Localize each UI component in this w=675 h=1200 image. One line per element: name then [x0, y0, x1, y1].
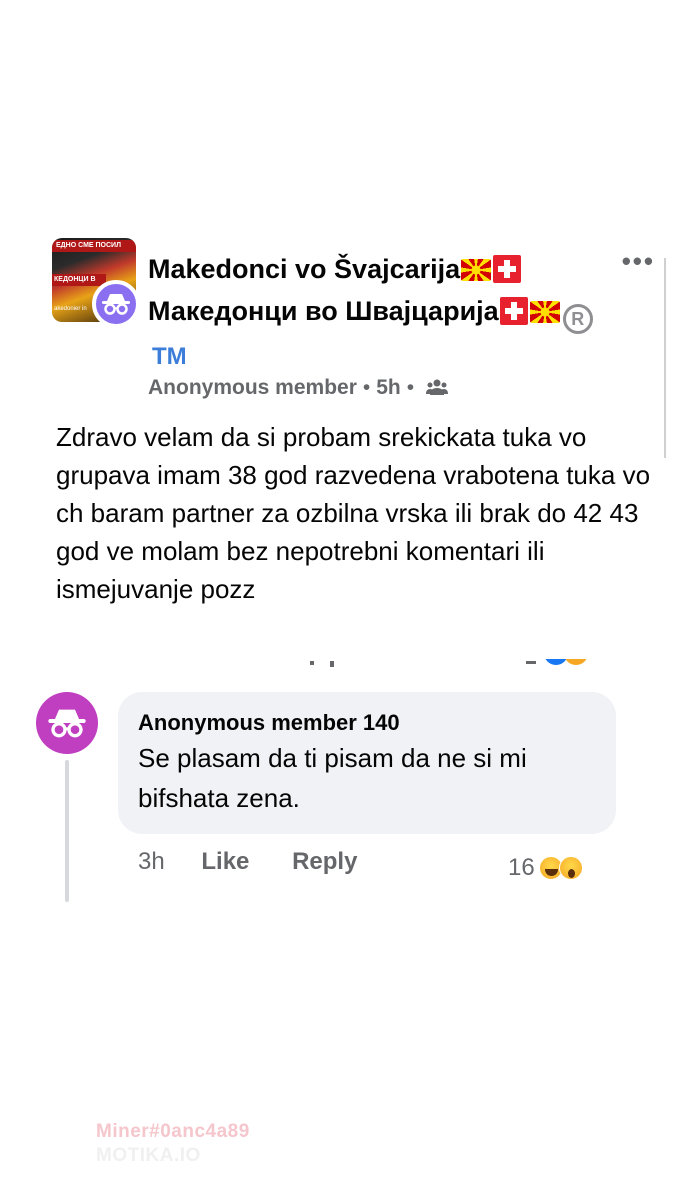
registered-icon: R — [562, 304, 593, 334]
switzerland-flag-icon — [499, 297, 528, 325]
switzerland-flag-icon — [493, 255, 522, 283]
ellipsis-icon[interactable]: ••• — [622, 248, 655, 274]
group-title[interactable]: Makedonci vo Švajcarija Македонци во Швај… — [148, 248, 618, 378]
post-time[interactable]: 5h — [376, 376, 401, 399]
reaction-count: 16 — [508, 854, 535, 881]
group-name-cyrillic: Македонци во Швајцарија — [148, 296, 499, 326]
post-author[interactable]: Anonymous member — [148, 376, 357, 399]
reaction-row-cutoff — [38, 658, 598, 670]
wow-emoji-icon — [558, 856, 583, 880]
comment-actions: 3h Like Reply — [138, 848, 357, 876]
watermark-line2: MOTIKA.IO — [96, 1145, 201, 1166]
like-button[interactable]: Like — [201, 848, 249, 875]
reply-button[interactable]: Reply — [292, 848, 357, 875]
comment-bubble[interactable]: Anonymous member 140 Se plasam da ti pis… — [118, 692, 616, 834]
group-members-icon — [420, 376, 448, 399]
comment: Anonymous member 140 Se plasam da ti pis… — [18, 672, 658, 902]
post-meta: Anonymous member • 5h • — [148, 376, 448, 400]
post-card: ЕДНО СМЕ ПОСИЛ КЕДОНЦИ В akedonier in Ma… — [38, 232, 675, 672]
comment-author[interactable]: Anonymous member 140 — [138, 708, 596, 738]
comment-time[interactable]: 3h — [138, 848, 165, 875]
watermark: Miner#0anc4a89 MOTIKA.IO — [96, 1120, 250, 1168]
thread-line — [65, 760, 69, 902]
macedonia-flag-icon — [529, 301, 560, 323]
reaction-summary[interactable]: 16 — [508, 854, 583, 882]
anonymous-icon[interactable] — [36, 692, 98, 754]
post-body: Zdravo velam da si probam srekickata tuk… — [56, 422, 651, 604]
avatar-banner-text: akedonier in — [54, 306, 87, 312]
anonymous-icon — [92, 280, 140, 328]
comment-text: Se plasam da ti pisam da ne si mi bifsha… — [138, 743, 527, 813]
group-name-latin: Makedonci vo Švajcarija — [148, 254, 461, 284]
avatar-banner-text: КЕДОНЦИ В — [52, 274, 106, 286]
watermark-line1: Miner#0anc4a89 — [96, 1121, 250, 1142]
macedonia-flag-icon — [461, 259, 492, 281]
trademark-icon: TM — [152, 343, 187, 370]
avatar-banner-text: ЕДНО СМЕ ПОСИЛ — [52, 240, 136, 252]
